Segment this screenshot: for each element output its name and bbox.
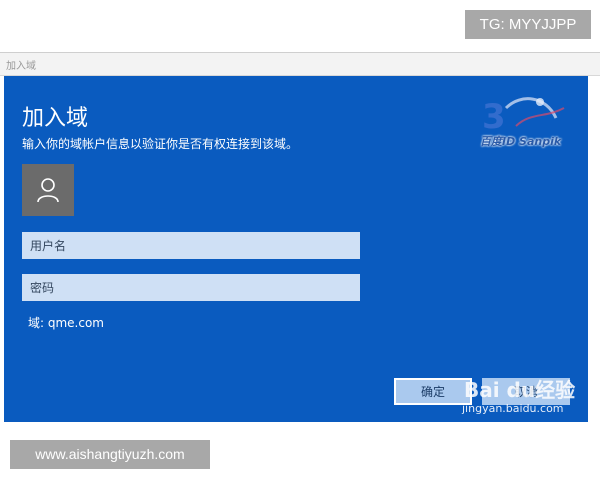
site-watermark: www.aishangtiyuzh.com (10, 440, 210, 469)
jingyan-url-watermark: jingyan.baidu.com (462, 402, 564, 415)
username-input[interactable] (22, 232, 360, 259)
confirm-button[interactable]: 确定 (394, 378, 472, 405)
user-icon (37, 178, 59, 203)
tg-watermark: TG: MYYJJPP (465, 10, 591, 39)
dialog-description: 输入你的域帐户信息以验证你是否有权连接到该域。 (22, 137, 299, 151)
window: 加入域 加入域 输入你的域帐户信息以验证你是否有权连接到该域。 域: qme.c… (0, 52, 600, 427)
svg-text:3: 3 (482, 97, 506, 137)
baidu-watermark-text: 百度ID Sanpik (480, 135, 562, 148)
avatar (22, 164, 74, 216)
title-bar: 加入域 (0, 53, 600, 76)
dialog-title: 加入域 (22, 106, 89, 131)
join-domain-dialog: 加入域 输入你的域帐户信息以验证你是否有权连接到该域。 域: qme.com 确… (4, 76, 588, 422)
domain-label: 域: qme.com (28, 316, 104, 330)
jingyan-logo-watermark: Bai du经验 (464, 378, 576, 402)
password-input[interactable] (22, 274, 360, 301)
window-title: 加入域 (6, 61, 36, 72)
